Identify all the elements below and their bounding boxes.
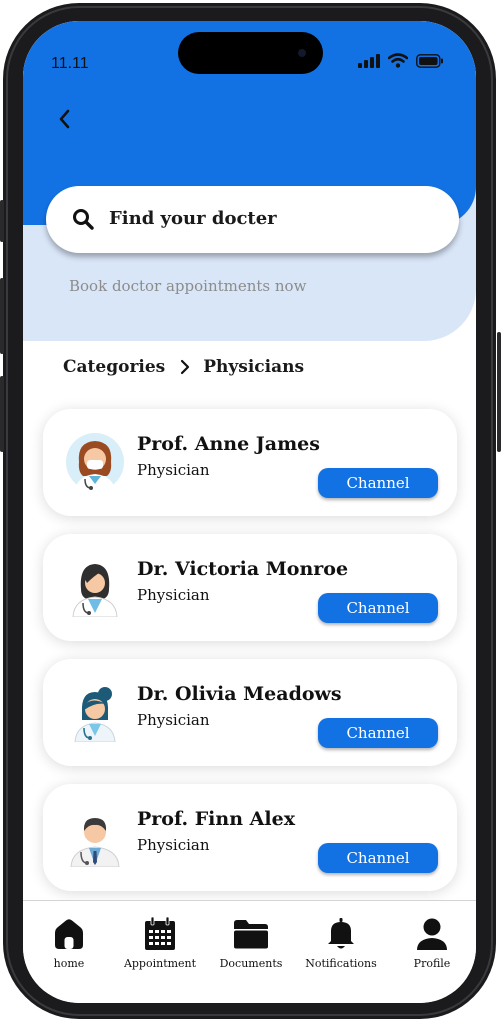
breadcrumb-root[interactable]: Categories [63,357,165,377]
phone-volume-down [0,376,4,452]
breadcrumb: Categories Physicians [63,357,304,377]
doctor-avatar-male-icon [70,818,120,867]
search-icon [73,209,94,230]
subtitle: Book doctor appointments now [69,277,307,295]
nav-appointment-label: Appointment [123,957,197,970]
doctor-avatar-female-icon [66,433,124,492]
search-placeholder[interactable]: Find your docter [109,208,277,229]
nav-home-label: home [53,957,85,970]
doctor-card[interactable]: Dr. Olivia Meadows Physician Channel [43,659,457,766]
nav-profile[interactable]: Profile [387,917,476,970]
doctor-role: Physician [137,461,210,479]
nav-notifications-label: Notifications [305,957,377,970]
dynamic-island [178,32,323,74]
phone-volume-up [0,278,4,354]
doctor-name: Dr. Olivia Meadows [137,683,342,705]
folder-icon [234,920,268,949]
channel-button[interactable]: Channel [318,593,438,623]
signal-icon [358,53,380,68]
nav-documents-label: Documents [219,957,283,970]
chevron-left-icon[interactable] [53,107,77,131]
channel-button[interactable]: Channel [318,843,438,873]
breadcrumb-current: Physicians [203,357,305,377]
battery-icon [416,53,443,68]
doctor-avatar-female-icon [72,564,118,617]
status-time: 11.11 [51,55,89,72]
nav-appointment[interactable]: Appointment [115,917,205,970]
doctor-role: Physician [137,711,210,729]
channel-button[interactable]: Channel [318,718,438,748]
doctor-card[interactable]: Prof. Finn Alex Physician Channel [43,784,457,891]
nav-notifications[interactable]: Notifications [296,917,386,970]
phone-power-button [497,332,501,452]
phone-side-button [0,200,4,242]
chevron-right-icon [181,359,190,375]
doctor-name: Dr. Victoria Monroe [137,558,349,580]
doctor-role: Physician [137,586,210,604]
person-icon [417,918,447,950]
search-bar[interactable]: Find your docter [46,186,459,253]
bottom-nav: home Appointment Documents Notifications… [23,900,476,1003]
doctor-name: Prof. Anne James [137,433,320,455]
screen: 11.11 Find your docter Book doctor appoi… [23,21,476,1003]
channel-button[interactable]: Channel [318,468,438,498]
doctor-avatar-female-icon [74,687,116,742]
nav-home[interactable]: home [24,917,114,970]
home-icon [55,919,83,949]
bell-icon [328,918,354,949]
doctor-name: Prof. Finn Alex [137,808,296,830]
doctor-card[interactable]: Dr. Victoria Monroe Physician Channel [43,534,457,641]
nav-documents[interactable]: Documents [206,917,296,970]
doctor-card[interactable]: Prof. Anne James Physician Channel [43,409,457,516]
calendar-icon [145,917,175,950]
status-icons [358,53,444,68]
wifi-icon [388,53,408,68]
doctor-role: Physician [137,836,210,854]
nav-profile-label: Profile [413,957,451,970]
